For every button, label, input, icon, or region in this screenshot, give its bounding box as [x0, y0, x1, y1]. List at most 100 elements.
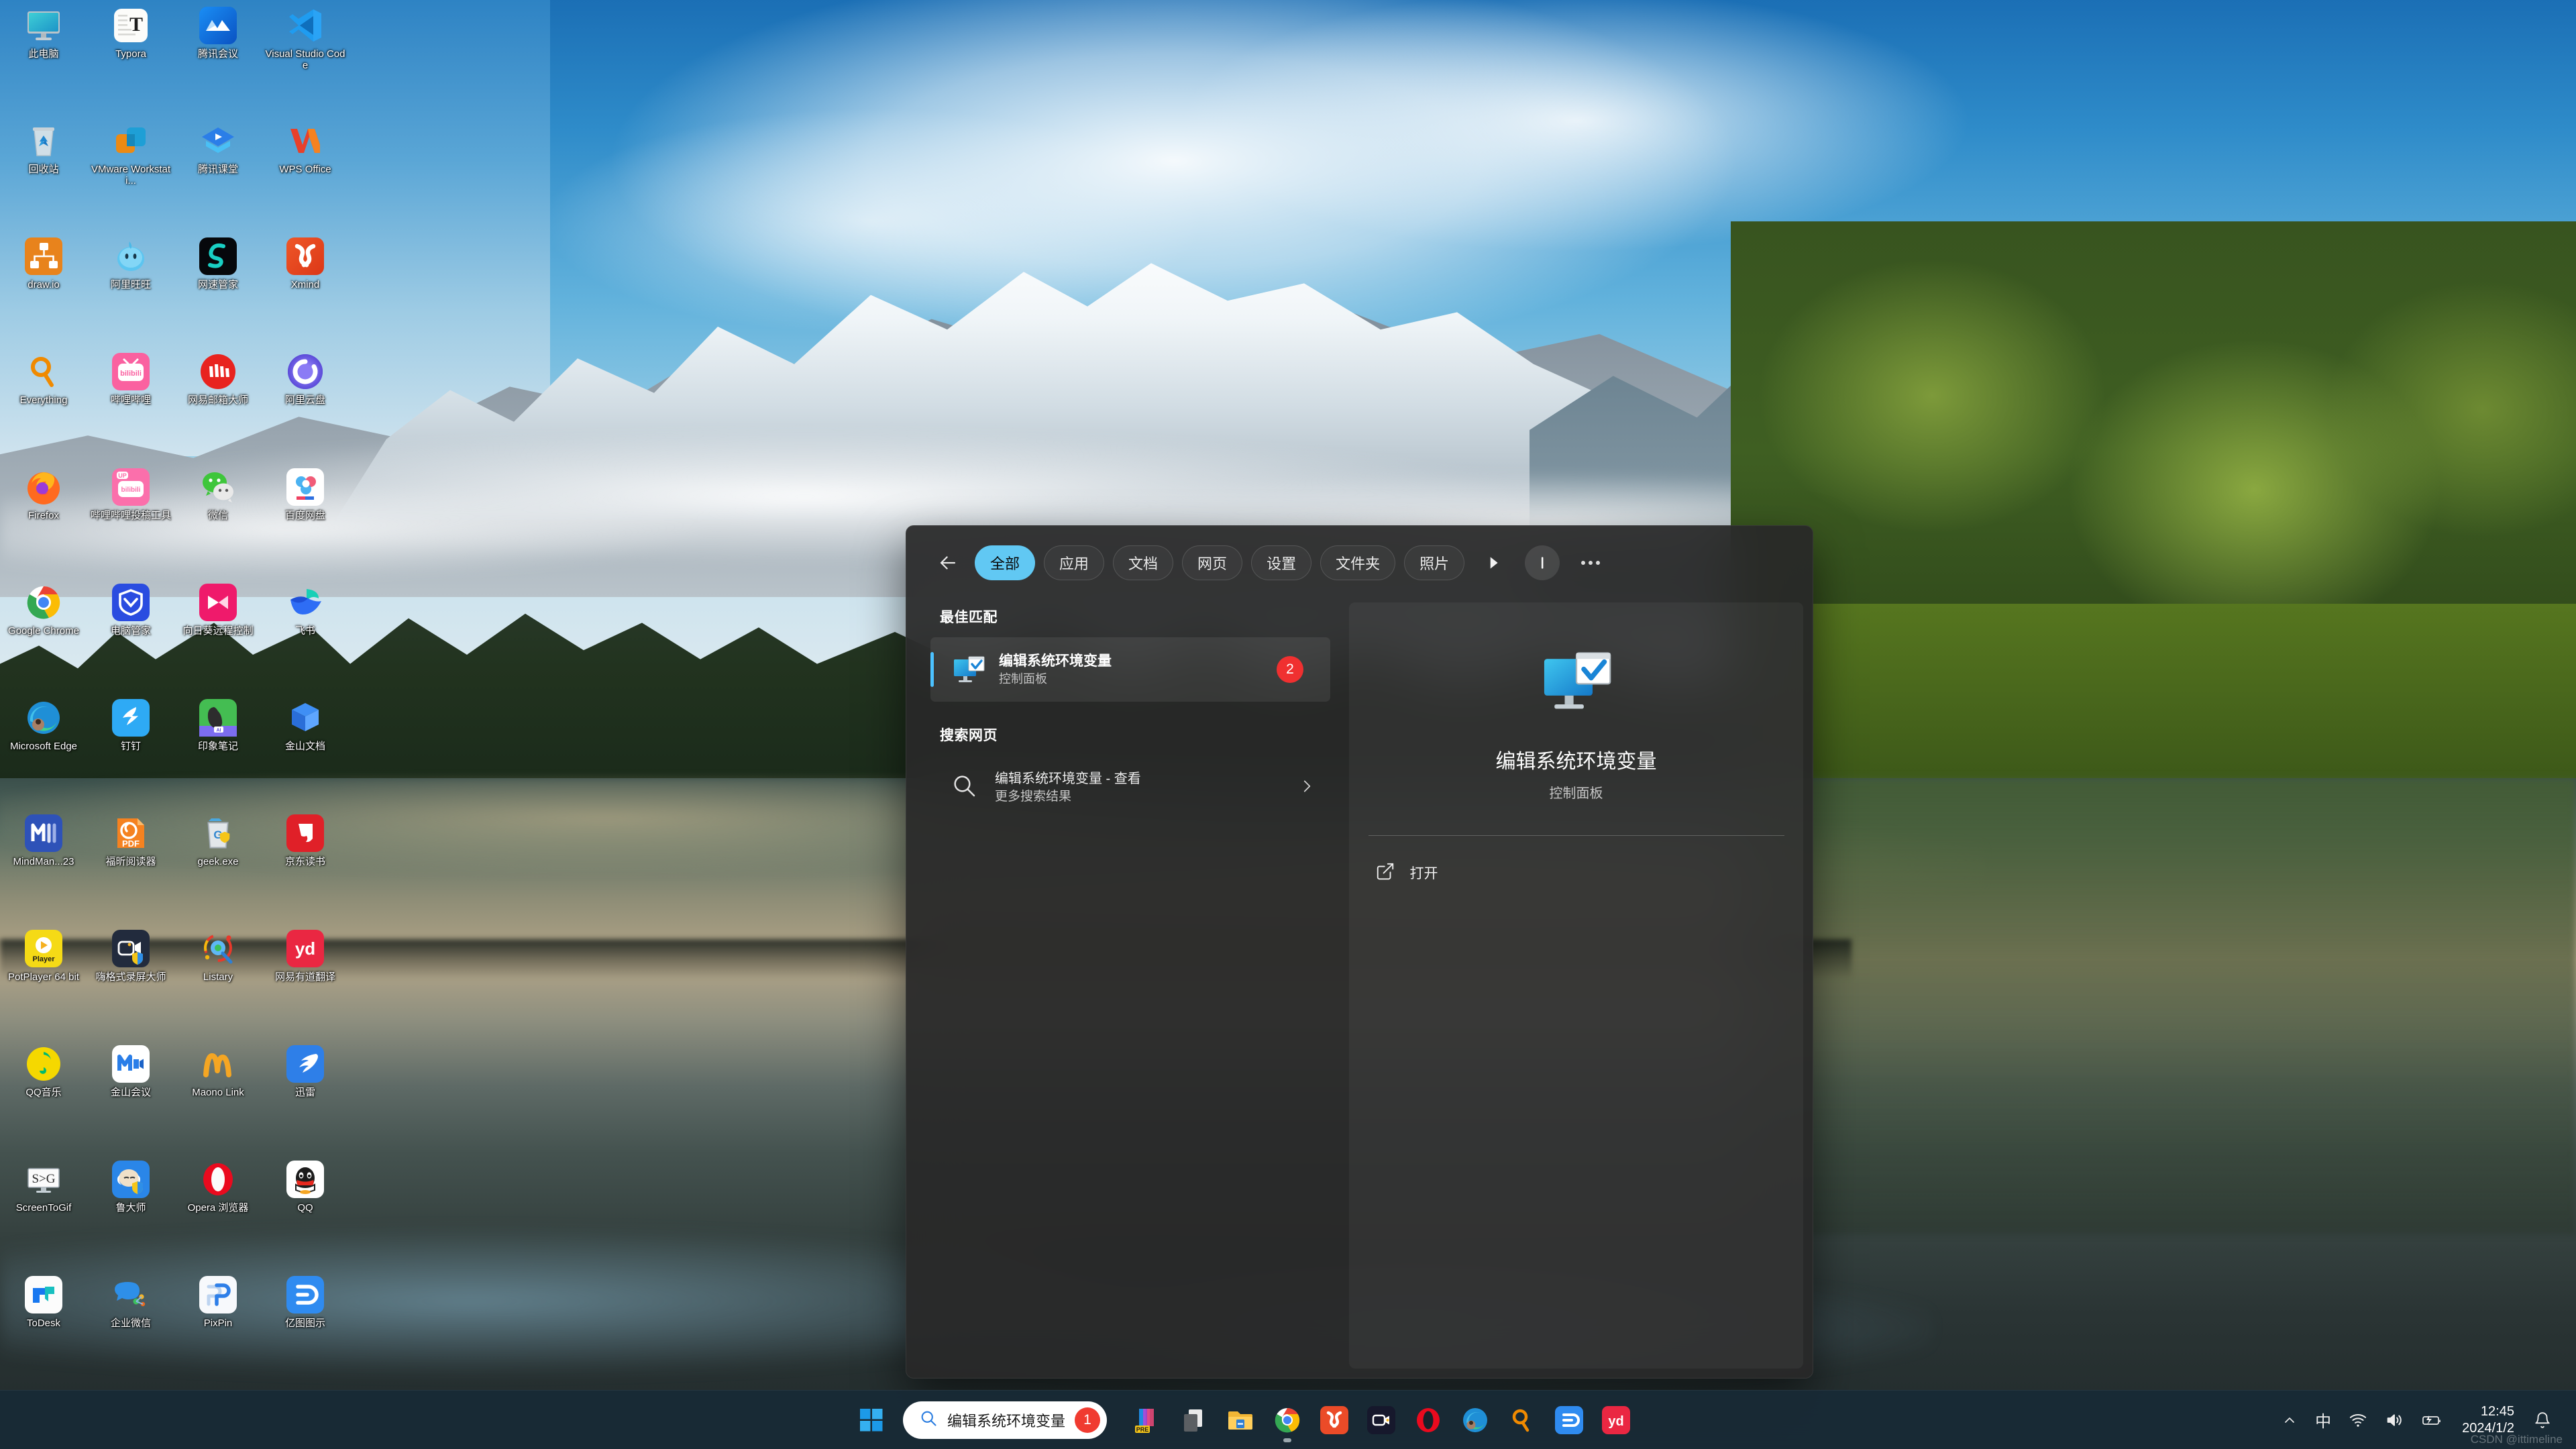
- show-hidden-icons-icon[interactable]: [2273, 1399, 2306, 1441]
- desktop-icon-foxit-pdf[interactable]: PDF 福昕阅读器: [87, 808, 174, 923]
- windows-start-icon[interactable]: [852, 1401, 891, 1440]
- battery-charging-icon[interactable]: [2412, 1399, 2451, 1441]
- best-match-result-item[interactable]: 编辑系统环境变量 控制面板 2: [930, 637, 1330, 702]
- wifi-icon[interactable]: [2340, 1399, 2376, 1441]
- desktop-icon-dingtalk[interactable]: 钉钉: [87, 692, 174, 808]
- taskbar-center-group: 编辑系统环境变量 1 PRE yd: [852, 1399, 1640, 1442]
- desktop-icon-bilibili[interactable]: bilibili 哔哩哔哩: [87, 346, 174, 462]
- ime-chinese-icon[interactable]: 中: [2306, 1399, 2340, 1441]
- desktop-icon-qq-music[interactable]: QQ音乐: [0, 1038, 87, 1154]
- todesk-icon: [23, 1275, 64, 1315]
- taskbar-app-xmind-icon[interactable]: [1313, 1399, 1355, 1441]
- desktop-icon-pixpin[interactable]: PixPin: [174, 1269, 262, 1385]
- taskbar-app-file-explorer-icon[interactable]: [1220, 1399, 1261, 1441]
- desktop-icon-everything[interactable]: Everything: [0, 346, 87, 462]
- desktop-icon-label: 企业微信: [110, 1318, 151, 1329]
- search-preview-pane: 编辑系统环境变量 控制面板 打开: [1349, 602, 1803, 1368]
- desktop-icon-this-pc[interactable]: 此电脑: [0, 0, 87, 115]
- clock-time: 12:45: [2480, 1403, 2514, 1419]
- search-panel-header: 全部 应用 文档 网页 设置 文件夹 照片: [906, 526, 1813, 600]
- desktop-icon-sunlogin[interactable]: 向日葵远程控制: [174, 577, 262, 692]
- taskbar-app-youdao-translate-icon[interactable]: yd: [1595, 1399, 1637, 1441]
- maono-link-icon: [198, 1044, 238, 1084]
- desktop-icon-listary[interactable]: Listary: [174, 923, 262, 1038]
- open-button[interactable]: 打开: [1368, 853, 1784, 892]
- desktop-icon-drawio[interactable]: draw.io: [0, 231, 87, 346]
- desktop-icon-tencent-ketang[interactable]: 腾讯课堂: [174, 115, 262, 231]
- taskbar-app-opera-icon[interactable]: [1407, 1399, 1449, 1441]
- best-match-badge: 2: [1277, 656, 1303, 683]
- desktop-icon-label: 哔哩哔哩: [110, 394, 151, 406]
- clock[interactable]: 12:45 2024/1/2: [2451, 1399, 2525, 1441]
- pen-icon[interactable]: [1525, 545, 1560, 580]
- chevron-right-icon[interactable]: [1477, 545, 1509, 580]
- taskbar-app-copilot-pre-icon[interactable]: PRE: [1126, 1399, 1167, 1441]
- external-link-icon: [1375, 861, 1395, 885]
- desktop-icon-jd-read[interactable]: 京东读书: [262, 808, 349, 923]
- volume-icon[interactable]: [2376, 1399, 2412, 1441]
- desktop-icon-kingsoft-meeting[interactable]: 金山会议: [87, 1038, 174, 1154]
- desktop-icon-potplayer[interactable]: Player PotPlayer 64 bit: [0, 923, 87, 1038]
- desktop-icon-typora[interactable]: T Typora: [87, 0, 174, 115]
- desktop-icon-aliyun-drive[interactable]: 阿里云盘: [262, 346, 349, 462]
- filter-chip-5[interactable]: 文件夹: [1320, 545, 1396, 580]
- filter-chip-2[interactable]: 文档: [1113, 545, 1174, 580]
- desktop-icon-screentogif[interactable]: S>G ScreenToGif: [0, 1154, 87, 1269]
- desktop-icon-label: PixPin: [203, 1318, 233, 1329]
- desktop-icon-todesk[interactable]: ToDesk: [0, 1269, 87, 1385]
- back-button[interactable]: [930, 545, 965, 580]
- desktop-icon-ludashi[interactable]: 鲁大师: [87, 1154, 174, 1269]
- qq-music-icon: [23, 1044, 64, 1084]
- desktop-icon-evernote[interactable]: AI 印象笔记: [174, 692, 262, 808]
- desktop-icon-wechat[interactable]: 微信: [174, 462, 262, 577]
- desktop-icon-netease-mail[interactable]: 网易邮箱大师: [174, 346, 262, 462]
- filter-chip-0[interactable]: 全部: [975, 545, 1036, 580]
- desktop-icon-edge[interactable]: Microsoft Edge: [0, 692, 87, 808]
- desktop-icon-firefox[interactable]: Firefox: [0, 462, 87, 577]
- desktop-icon-feishu[interactable]: 飞书: [262, 577, 349, 692]
- desktop-icon-vscode[interactable]: Visual Studio Code: [262, 0, 349, 115]
- filter-chip-1[interactable]: 应用: [1044, 545, 1105, 580]
- svg-text:UP: UP: [118, 472, 127, 479]
- desktop-icon-wangsu-guanjia[interactable]: 网速管家: [174, 231, 262, 346]
- desktop-icon-edraw[interactable]: 亿图图示: [262, 1269, 349, 1385]
- desktop-icon-thunder[interactable]: 迅雷: [262, 1038, 349, 1154]
- desktop-icon-kingsoft-docs[interactable]: 金山文档: [262, 692, 349, 808]
- taskbar-app-tencent-meeting-icon[interactable]: [1360, 1399, 1402, 1441]
- taskbar-app-chrome-icon[interactable]: [1267, 1399, 1308, 1442]
- desktop-icon-label: 百度网盘: [284, 510, 325, 521]
- desktop-icon-baidu-netdisk[interactable]: 百度网盘: [262, 462, 349, 577]
- desktop-icon-recycle-bin[interactable]: 回收站: [0, 115, 87, 231]
- taskbar-app-everything-icon[interactable]: [1501, 1399, 1543, 1441]
- bell-icon[interactable]: [2525, 1399, 2560, 1441]
- taskbar-search-input[interactable]: 编辑系统环境变量 1: [903, 1401, 1108, 1439]
- taskbar-app-edraw-icon[interactable]: [1548, 1399, 1590, 1441]
- desktop-icon-bilibili-upload[interactable]: UP bilibili 哔哩哔哩投稿工具: [87, 462, 174, 577]
- filter-chip-6[interactable]: 照片: [1404, 545, 1465, 580]
- desktop-icon-tencent-meeting[interactable]: 腾讯会议: [174, 0, 262, 115]
- web-search-result-item[interactable]: 编辑系统环境变量 - 查看 更多搜索结果: [930, 755, 1330, 820]
- desktop-icon-youdao-translate[interactable]: yd 网易有道翻译: [262, 923, 349, 1038]
- taskbar-app-edge-icon[interactable]: [1454, 1399, 1496, 1441]
- wallpaper-lake-reflection-right: [1744, 778, 2576, 1234]
- desktop-icon-xmind[interactable]: Xmind: [262, 231, 349, 346]
- desktop-icon-opera[interactable]: Opera 浏览器: [174, 1154, 262, 1269]
- desktop-icon-vmware[interactable]: VMware Workstati...: [87, 115, 174, 231]
- ellipsis-icon[interactable]: [1573, 545, 1608, 580]
- desktop-icon-wecom[interactable]: 企业微信: [87, 1269, 174, 1385]
- desktop-icon-geek-uninstaller[interactable]: Ggeek.exe: [174, 808, 262, 923]
- evernote-icon: AI: [198, 698, 238, 738]
- desktop-icon-chrome[interactable]: Google Chrome: [0, 577, 87, 692]
- desktop-icon-maono-link[interactable]: Maono Link: [174, 1038, 262, 1154]
- desktop-icon-higeshi-recorder[interactable]: 嗨格式录屏大师: [87, 923, 174, 1038]
- desktop-icon-qq[interactable]: QQ: [262, 1154, 349, 1269]
- filter-chip-3[interactable]: 网页: [1182, 545, 1243, 580]
- desktop-icon-aliwangwang[interactable]: 阿里旺旺: [87, 231, 174, 346]
- desktop-icon-mindmanager[interactable]: MindMan...23: [0, 808, 87, 923]
- filter-chip-4[interactable]: 设置: [1251, 545, 1312, 580]
- everything-icon: [23, 352, 64, 392]
- desktop-icon-tencent-pc-manager[interactable]: 电脑管家: [87, 577, 174, 692]
- desktop-icon-label: ToDesk: [26, 1318, 61, 1329]
- taskbar-app-file-explorer-dark-icon[interactable]: [1173, 1399, 1214, 1441]
- desktop-icon-wps-office[interactable]: WPS Office: [262, 115, 349, 231]
